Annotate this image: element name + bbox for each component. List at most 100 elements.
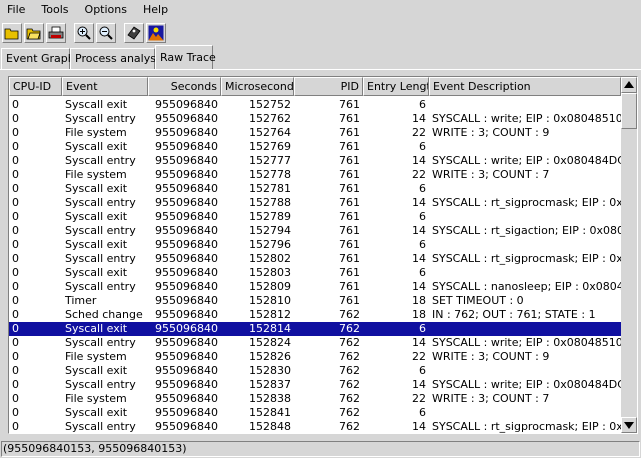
table-row[interactable]: 0 Syscall entry 955096840 152837 762 14 SYSCAL… bbox=[9, 378, 621, 392]
menu-bar: File Tools Options Help bbox=[0, 0, 641, 20]
table-row[interactable]: 0 File system 955096840 152826 762 22 WRITE : … bbox=[9, 350, 621, 364]
cell-event-description: WRITE : 3; COUNT : 9 bbox=[432, 350, 550, 363]
cell-event: Syscall entry bbox=[65, 196, 136, 209]
table-row[interactable]: 0 Syscall exit 955096840 152781 761 6 bbox=[9, 182, 621, 196]
vertical-scrollbar[interactable] bbox=[621, 77, 637, 433]
cell-pid: 762 bbox=[339, 420, 360, 433]
cell-cpu-id: 0 bbox=[12, 126, 19, 139]
table-row[interactable]: 0 Syscall exit 955096840 152752 761 6 bbox=[9, 98, 621, 112]
scrollbar-thumb[interactable] bbox=[621, 93, 637, 129]
print-button[interactable] bbox=[46, 23, 66, 43]
cell-cpu-id: 0 bbox=[12, 406, 19, 419]
table-row[interactable]: 0 Syscall entry 955096840 152848 762 14 SYSCAL… bbox=[9, 420, 621, 433]
table-row[interactable]: 0 Syscall exit 955096840 152769 761 6 bbox=[9, 140, 621, 154]
column-header-cpu-id[interactable]: CPU-ID bbox=[9, 77, 62, 96]
cell-pid: 761 bbox=[339, 294, 360, 307]
menu-options[interactable]: Options bbox=[77, 0, 135, 20]
cell-event-description bbox=[429, 210, 621, 224]
tab-event-graph[interactable]: Event Graph bbox=[1, 48, 75, 69]
open-file-icon bbox=[26, 28, 41, 40]
cell-event: Syscall entry bbox=[65, 336, 136, 349]
cell-event: File system bbox=[65, 168, 127, 181]
tab-process-analysis[interactable]: Process analysis bbox=[70, 48, 165, 69]
open-folder-button[interactable] bbox=[2, 23, 22, 43]
cell-cpu-id: 0 bbox=[12, 336, 19, 349]
table-row[interactable]: 0 Syscall entry 955096840 152802 761 14 SYSCAL… bbox=[9, 252, 621, 266]
table-row[interactable]: 0 Syscall exit 955096840 152814 762 6 bbox=[9, 322, 621, 336]
cell-entry-length: 14 bbox=[412, 154, 426, 167]
tab-raw-trace[interactable]: Raw Trace bbox=[155, 45, 216, 69]
cell-event: Syscall entry bbox=[65, 112, 136, 125]
cell-seconds: 955096840 bbox=[155, 322, 218, 335]
cell-event: File system bbox=[65, 126, 127, 139]
cell-event: Syscall entry bbox=[65, 154, 136, 167]
table-row[interactable]: 0 Syscall exit 955096840 152841 762 6 bbox=[9, 406, 621, 420]
cell-pid: 761 bbox=[339, 168, 360, 181]
scroll-down-button[interactable] bbox=[621, 417, 637, 433]
table-row[interactable]: 0 Syscall entry 955096840 152809 761 14 SYSCAL… bbox=[9, 280, 621, 294]
cell-entry-length: 14 bbox=[412, 280, 426, 293]
table-row[interactable]: 0 Syscall entry 955096840 152794 761 14 SYSCAL… bbox=[9, 224, 621, 238]
table-row[interactable]: 0 Syscall entry 955096840 152788 761 14 SYSCAL… bbox=[9, 196, 621, 210]
open-file-button[interactable] bbox=[24, 23, 44, 43]
cell-pid: 761 bbox=[339, 266, 360, 279]
column-header-seconds[interactable]: Seconds bbox=[148, 77, 221, 96]
cell-pid: 761 bbox=[339, 224, 360, 237]
cell-pid: 761 bbox=[339, 280, 360, 293]
cell-microseconds: 152830 bbox=[249, 364, 291, 377]
cell-event-description bbox=[429, 98, 621, 112]
cell-event: Syscall exit bbox=[65, 140, 128, 153]
cell-event-description: SYSCALL : rt_sigprocmask; EIP : 0x0 bbox=[432, 420, 621, 433]
cell-event-description: IN : 762; OUT : 761; STATE : 1 bbox=[432, 308, 596, 321]
table-row[interactable]: 0 File system 955096840 152778 761 22 WRITE : … bbox=[9, 168, 621, 182]
table-row[interactable]: 0 File system 955096840 152764 761 22 WRITE : … bbox=[9, 126, 621, 140]
cell-pid: 761 bbox=[339, 98, 360, 111]
menu-file[interactable]: File bbox=[0, 0, 33, 20]
tag-button[interactable] bbox=[124, 23, 144, 43]
cell-microseconds: 152812 bbox=[249, 308, 291, 321]
zoom-in-button[interactable] bbox=[74, 23, 94, 43]
cell-pid: 761 bbox=[339, 154, 360, 167]
table-row[interactable]: 0 File system 955096840 152838 762 22 WRITE : … bbox=[9, 392, 621, 406]
column-header-event-description[interactable]: Event Description bbox=[429, 77, 621, 96]
cell-event: Syscall entry bbox=[65, 378, 136, 391]
table-row[interactable]: 0 Sched change 955096840 152812 762 18 IN : 76… bbox=[9, 308, 621, 322]
tab-bar: Event Graph Process analysis Raw Trace bbox=[0, 45, 641, 69]
table-row[interactable]: 0 Syscall entry 955096840 152824 762 14 SYSCAL… bbox=[9, 336, 621, 350]
table-row[interactable]: 0 Syscall exit 955096840 152796 761 6 bbox=[9, 238, 621, 252]
mountain-button[interactable] bbox=[146, 23, 166, 43]
zoom-out-button[interactable] bbox=[96, 23, 116, 43]
column-header-event[interactable]: Event bbox=[62, 77, 148, 96]
menu-help[interactable]: Help bbox=[135, 0, 176, 20]
cell-microseconds: 152777 bbox=[249, 154, 291, 167]
cell-seconds: 955096840 bbox=[155, 126, 218, 139]
scroll-up-button[interactable] bbox=[621, 77, 637, 93]
cell-event-description bbox=[429, 406, 621, 420]
column-header-entry-length[interactable]: Entry Length bbox=[363, 77, 429, 96]
cell-event-description: WRITE : 3; COUNT : 7 bbox=[432, 168, 550, 181]
table-row[interactable]: 0 Timer 955096840 152810 761 18 SET TIMEOUT : … bbox=[9, 294, 621, 308]
table-row[interactable]: 0 Syscall exit 955096840 152789 761 6 bbox=[9, 210, 621, 224]
table-row[interactable]: 0 Syscall entry 955096840 152777 761 14 SYSCAL… bbox=[9, 154, 621, 168]
table-header: CPU-ID Event Seconds Microseconds PID En… bbox=[9, 77, 621, 96]
cell-microseconds: 152794 bbox=[249, 224, 291, 237]
zoom-out-icon bbox=[99, 26, 113, 40]
cell-microseconds: 152769 bbox=[249, 140, 291, 153]
column-header-pid[interactable]: PID bbox=[294, 77, 363, 96]
cell-event-description: SYSCALL : rt_sigprocmask; EIP : 0x0 bbox=[432, 196, 621, 209]
column-header-microseconds[interactable]: Microseconds bbox=[221, 77, 294, 96]
cell-seconds: 955096840 bbox=[155, 280, 218, 293]
cell-entry-length: 14 bbox=[412, 420, 426, 433]
cell-pid: 761 bbox=[339, 112, 360, 125]
cell-pid: 762 bbox=[339, 308, 360, 321]
table-row[interactable]: 0 Syscall entry 955096840 152762 761 14 SYSCAL… bbox=[9, 112, 621, 126]
cell-seconds: 955096840 bbox=[155, 196, 218, 209]
table-row[interactable]: 0 Syscall exit 955096840 152803 761 6 bbox=[9, 266, 621, 280]
cell-microseconds: 152824 bbox=[249, 336, 291, 349]
cell-cpu-id: 0 bbox=[12, 210, 19, 223]
cell-cpu-id: 0 bbox=[12, 182, 19, 195]
cell-event-description: SYSCALL : rt_sigprocmask; EIP : 0x0 bbox=[432, 252, 621, 265]
menu-tools[interactable]: Tools bbox=[33, 0, 76, 20]
cell-seconds: 955096840 bbox=[155, 406, 218, 419]
table-row[interactable]: 0 Syscall exit 955096840 152830 762 6 bbox=[9, 364, 621, 378]
